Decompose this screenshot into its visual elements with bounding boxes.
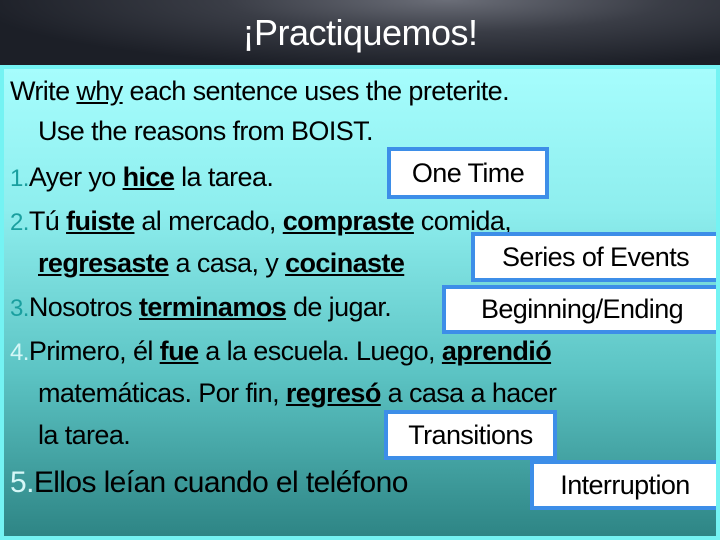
- text-segment: matemáticas. Por fin,: [38, 378, 286, 408]
- preterite-verb: aprendió: [441, 336, 552, 366]
- text-line: 5.Ellos leían cuando el teléfono: [10, 467, 408, 499]
- text-segment: a casa, y: [168, 248, 286, 278]
- item-number: 2.: [10, 209, 29, 236]
- preterite-verb: hice: [122, 162, 175, 192]
- text-line: regresaste a casa, y cocinaste: [38, 247, 405, 279]
- text-segment: Write: [10, 76, 77, 106]
- item-number: 4.: [10, 339, 29, 366]
- text-line: 2.Tú fuiste al mercado, compraste comida…: [10, 205, 512, 239]
- answer-transitions: Transitions: [384, 410, 557, 460]
- text-segment: a la escuela. Luego,: [198, 336, 442, 366]
- slide-header: ¡Practiquemos!: [0, 0, 720, 65]
- answer-series-of-events: Series of Events: [471, 232, 716, 282]
- text-segment: Ellos leían cuando el teléfono: [33, 466, 409, 499]
- answer-beginning-ending: Beginning/Ending: [442, 285, 716, 334]
- text-segment: a casa a hacer: [380, 378, 557, 408]
- preterite-verb: regresó: [285, 378, 381, 408]
- text-segment: why: [76, 76, 123, 106]
- answer-one-time: One Time: [387, 147, 549, 199]
- text-line: Use the reasons from BOIST.: [38, 115, 374, 147]
- text-segment: Tú: [28, 206, 67, 236]
- preterite-verb: terminamos: [138, 292, 287, 322]
- preterite-verb: regresaste: [38, 248, 169, 278]
- text-line: la tarea.: [38, 419, 131, 451]
- text-segment: al mercado,: [134, 206, 283, 236]
- item-number: 1.: [10, 165, 29, 192]
- content-panel: Write why each sentence uses the preteri…: [0, 65, 720, 540]
- text-segment: la tarea.: [38, 420, 131, 450]
- text-segment: Primero, él: [28, 336, 160, 366]
- text-line: 4.Primero, él fue a la escuela. Luego, a…: [10, 335, 552, 369]
- preterite-verb: compraste: [282, 206, 415, 236]
- text-segment: each sentence uses the preterite.: [122, 76, 510, 106]
- answer-interruption: Interruption: [530, 460, 716, 510]
- text-line: 3.Nosotros terminamos de jugar.: [10, 291, 392, 325]
- item-number: 5.: [10, 466, 34, 499]
- slide-title: ¡Practiquemos!: [242, 12, 478, 53]
- item-number: 3.: [10, 295, 29, 322]
- text-segment: de jugar.: [286, 292, 392, 322]
- preterite-verb: fue: [159, 336, 199, 366]
- preterite-verb: fuiste: [66, 206, 135, 236]
- text-line: matemáticas. Por fin, regresó a casa a h…: [38, 377, 557, 409]
- text-segment: la tarea.: [174, 162, 274, 192]
- text-line: Write why each sentence uses the preteri…: [10, 75, 510, 107]
- text-segment: Nosotros: [28, 292, 139, 322]
- text-line: 1.Ayer yo hice la tarea.: [10, 161, 274, 195]
- preterite-verb: cocinaste: [285, 248, 405, 278]
- text-segment: Use the reasons from BOIST.: [38, 116, 374, 146]
- text-segment: Ayer yo: [28, 162, 123, 192]
